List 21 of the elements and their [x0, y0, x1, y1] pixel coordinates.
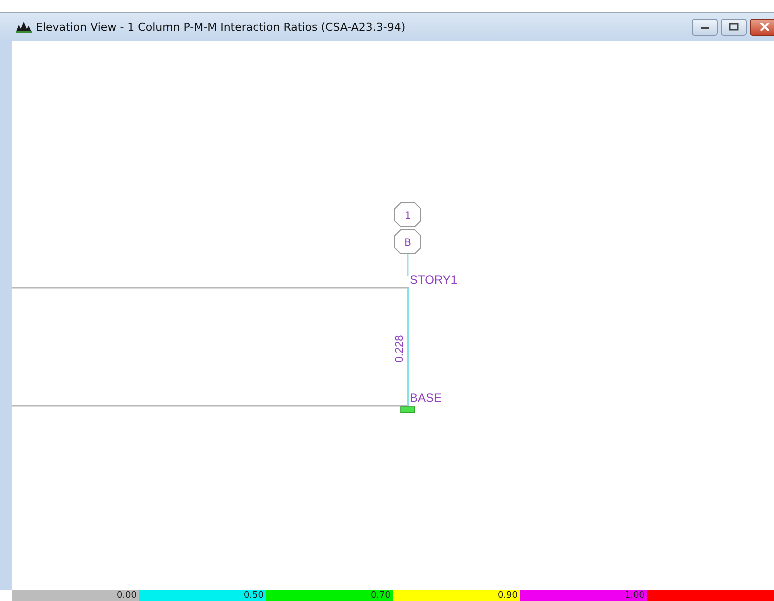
legend-label: 0.90: [498, 590, 518, 600]
minimize-button[interactable]: [692, 18, 718, 36]
close-button[interactable]: [750, 18, 774, 36]
grid-bubble: [394, 202, 422, 228]
support-icon: [400, 406, 416, 414]
grid-label: B: [404, 238, 412, 249]
story-label: BASE: [410, 391, 442, 405]
maximize-icon: [729, 23, 739, 31]
grid-label: 1: [404, 211, 412, 222]
minimize-icon: [700, 24, 710, 30]
maximize-button[interactable]: [721, 18, 747, 36]
grid-bubble: [394, 230, 422, 254]
legend-label: 0.00: [116, 590, 137, 600]
ratio-value: 0.228: [394, 335, 406, 363]
legend-label: 0.50: [244, 590, 264, 600]
legend-label: 1.00: [624, 590, 645, 600]
app-icon: [16, 21, 32, 33]
window-title: Elevation View - 1 Column P-M-M Interaction Ratios (CSA-A23.3-94): [36, 20, 407, 34]
legend-label: 0.70: [370, 590, 391, 600]
close-icon: [760, 23, 770, 31]
story-label: STORY1: [410, 273, 458, 287]
